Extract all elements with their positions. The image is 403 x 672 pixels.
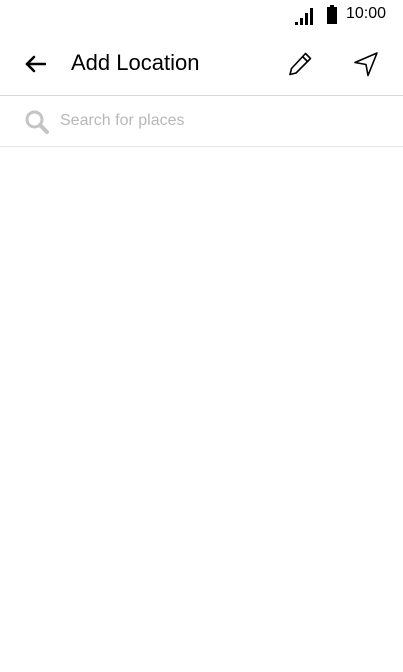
navigation-arrow-icon — [354, 52, 378, 77]
pencil-icon — [289, 52, 312, 76]
edit-button[interactable] — [282, 46, 318, 82]
search-input[interactable] — [58, 106, 380, 136]
status-bar: 10:00 — [0, 0, 403, 32]
current-location-button[interactable] — [348, 46, 384, 82]
signal-icon — [295, 8, 313, 25]
results-area — [0, 147, 403, 672]
search-bar — [0, 96, 403, 147]
toolbar: Add Location — [0, 32, 403, 96]
status-time: 10:00 — [346, 5, 387, 22]
page-title: Add Location — [71, 50, 200, 75]
back-arrow-icon — [25, 55, 46, 73]
battery-icon — [327, 5, 337, 24]
back-button[interactable] — [20, 50, 50, 78]
search-icon — [25, 110, 49, 134]
